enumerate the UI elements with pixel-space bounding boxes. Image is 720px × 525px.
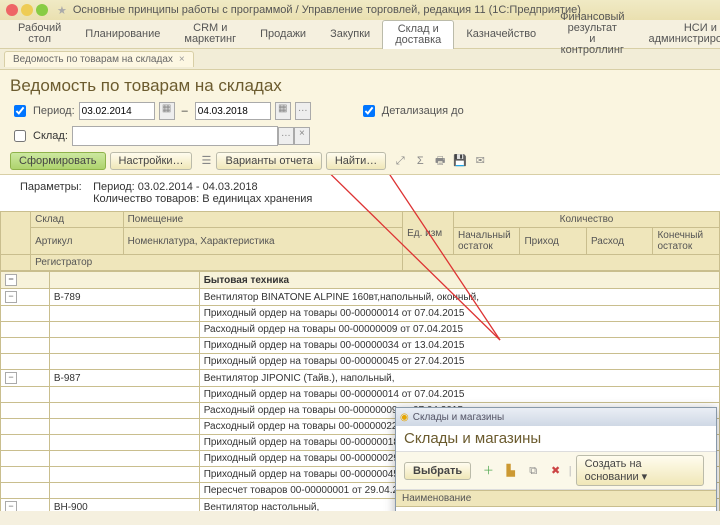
report-toolbar: Сформировать Настройки… ☰ Варианты отчет… bbox=[0, 148, 720, 175]
report-params: Параметры: Период: 03.02.2014 - 04.03.20… bbox=[0, 175, 720, 211]
period-dash: – bbox=[179, 105, 191, 117]
table-row[interactable]: Расходный ордер на товары 00-00000009 от… bbox=[1, 322, 720, 338]
popup-titlebar[interactable]: ◉ Склады и магазины bbox=[396, 408, 716, 426]
sklad-clear-icon[interactable]: × bbox=[294, 127, 310, 145]
menu-item-8[interactable]: НСИ иадминистрирование bbox=[637, 20, 720, 48]
params-prefix: Параметры: bbox=[20, 181, 90, 193]
params-line1: Период: 03.02.2014 - 04.03.2018 bbox=[93, 181, 258, 193]
create-based-button[interactable]: Создать на основании ▾ bbox=[576, 455, 704, 486]
save-icon[interactable]: 💾 bbox=[452, 153, 468, 169]
period-label: Период: bbox=[33, 105, 75, 117]
popup-header: Склады и магазины bbox=[396, 426, 716, 451]
col-nach: Начальный остаток bbox=[458, 230, 511, 252]
col-pom: Помещение bbox=[128, 214, 184, 225]
close-tab-icon[interactable]: × bbox=[179, 54, 185, 65]
window-title: Основные принципы работы с программой / … bbox=[73, 4, 581, 16]
col-sklad: Склад bbox=[35, 214, 64, 225]
menu-item-6[interactable]: Казначейство bbox=[454, 26, 548, 43]
sklad-label: Склад: bbox=[33, 130, 68, 142]
detail-label: Детализация до bbox=[382, 105, 464, 117]
col-kon: Конечный остаток bbox=[657, 230, 703, 252]
menu-item-7[interactable]: Финансовый результати контроллинг bbox=[548, 9, 636, 59]
date-to-picker-icon[interactable]: ▦ bbox=[275, 102, 291, 120]
report-header: Склад Помещение Ед. изм Количество Начал… bbox=[0, 211, 720, 271]
collapse-icon[interactable]: − bbox=[5, 501, 17, 511]
table-row[interactable]: Приходный ордер на товары 00-00000034 от… bbox=[1, 338, 720, 354]
settings-button[interactable]: Настройки… bbox=[110, 152, 193, 170]
table-row[interactable]: Приходный ордер на товары 00-00000045 от… bbox=[1, 354, 720, 370]
popup-column-header: Наименование bbox=[396, 490, 716, 507]
menu-item-4[interactable]: Закупки bbox=[318, 26, 382, 43]
find-button[interactable]: Найти… bbox=[326, 152, 386, 170]
sklad-input[interactable] bbox=[72, 126, 278, 146]
period-extra-icon[interactable]: … bbox=[295, 102, 311, 120]
collapse-icon[interactable]: − bbox=[5, 372, 17, 384]
print-icon[interactable]: 🖶 bbox=[432, 153, 448, 169]
popup-warehouses[interactable]: ◉ Склады и магазины Склады и магазины Вы… bbox=[395, 407, 717, 511]
report-area: Параметры: Период: 03.02.2014 - 04.03.20… bbox=[0, 175, 720, 511]
table-row[interactable]: Приходный ордер на товары 00-00000014 от… bbox=[1, 387, 720, 403]
variants-button[interactable]: Варианты отчета bbox=[216, 152, 321, 170]
tab-report[interactable]: Ведомость по товарам на складах × bbox=[4, 51, 194, 67]
menu-item-0[interactable]: Рабочийстол bbox=[6, 20, 73, 48]
menu-item-1[interactable]: Планирование bbox=[73, 26, 172, 43]
period-checkbox[interactable] bbox=[14, 105, 26, 117]
table-row[interactable]: −B-789Вентилятор BINATONE ALPINE 160вт,н… bbox=[1, 289, 720, 306]
variants-icon[interactable]: ☰ bbox=[198, 153, 214, 169]
col-rash: Расход bbox=[591, 236, 624, 247]
min-win-icon[interactable] bbox=[21, 4, 33, 16]
popup-toolbar: Выбрать ＋ ▙ ⧉ ✖ | Создать на основании ▾ bbox=[396, 451, 716, 490]
detail-checkbox[interactable] bbox=[363, 105, 375, 117]
expand-icon[interactable]: ⤢ bbox=[392, 153, 408, 169]
filter-bar: Период: ▦ – ▦ … Детализация до bbox=[0, 98, 720, 124]
col-ed: Ед. изм bbox=[407, 228, 442, 239]
create-icon[interactable]: ＋ bbox=[481, 463, 495, 479]
menu-item-2[interactable]: CRM имаркетинг bbox=[172, 20, 248, 48]
page-title: Ведомость по товарам на складах bbox=[0, 70, 720, 98]
sklad-checkbox[interactable] bbox=[14, 130, 26, 142]
params-line2: Количество товаров: В единицах хранения bbox=[93, 193, 312, 205]
menu-item-3[interactable]: Продажи bbox=[248, 26, 318, 43]
tab-label: Ведомость по товарам на складах bbox=[13, 54, 173, 65]
sklad-select-icon[interactable]: … bbox=[278, 127, 294, 145]
col-prih: Приход bbox=[524, 236, 558, 247]
collapse-icon[interactable]: − bbox=[5, 274, 17, 286]
col-nom: Номенклатура, Характеристика bbox=[128, 236, 275, 247]
folder-icon[interactable]: ▙ bbox=[504, 463, 518, 479]
run-button[interactable]: Сформировать bbox=[10, 152, 106, 170]
select-button[interactable]: Выбрать bbox=[404, 462, 471, 480]
date-to-input[interactable] bbox=[195, 102, 271, 120]
mail-icon[interactable]: ✉ bbox=[472, 153, 488, 169]
copy-icon[interactable]: ⧉ bbox=[526, 463, 540, 479]
close-win-icon[interactable] bbox=[6, 4, 18, 16]
date-from-input[interactable] bbox=[79, 102, 155, 120]
collapse-icon[interactable]: − bbox=[5, 291, 17, 303]
date-from-picker-icon[interactable]: ▦ bbox=[159, 102, 175, 120]
max-win-icon[interactable] bbox=[36, 4, 48, 16]
popup-tree: −Торговая деятельность+Оптовые склады+Ро… bbox=[396, 507, 716, 511]
col-reg: Регистратор bbox=[35, 257, 92, 268]
table-row[interactable]: Приходный ордер на товары 00-00000014 от… bbox=[1, 306, 720, 322]
star-icon: ★ bbox=[57, 4, 67, 17]
table-row[interactable]: −B-987Вентилятор JIPONIC (Тайв.), наполь… bbox=[1, 370, 720, 387]
popup-title-icon: ◉ bbox=[400, 412, 409, 423]
main-menu: РабочийстолПланированиеCRM имаркетингПро… bbox=[0, 20, 720, 49]
sum-icon[interactable]: Σ bbox=[412, 153, 428, 169]
menu-item-5[interactable]: Склад идоставка bbox=[382, 20, 454, 49]
delete-icon[interactable]: ✖ bbox=[548, 463, 562, 479]
sklad-row: Склад: … × bbox=[0, 124, 720, 148]
popup-title: Склады и магазины bbox=[413, 412, 504, 423]
table-row[interactable]: −Бытовая техника bbox=[1, 272, 720, 289]
col-qty: Количество bbox=[560, 214, 614, 225]
col-art: Артикул bbox=[35, 236, 72, 247]
